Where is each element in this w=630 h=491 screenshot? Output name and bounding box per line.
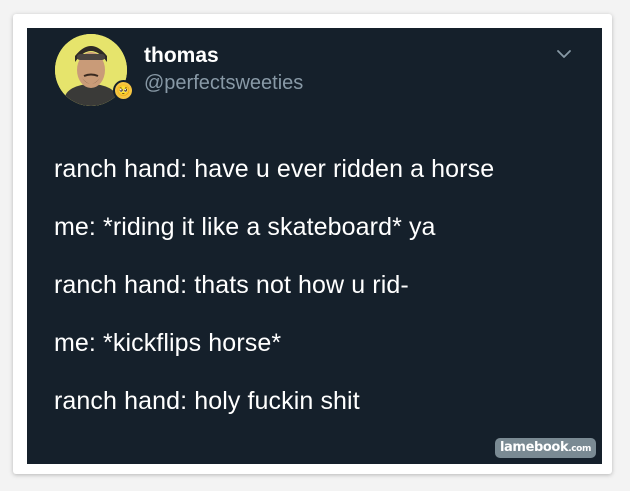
tweet-line: me: *kickflips horse* (54, 329, 282, 357)
tweet-text: ranch hand: have u ever ridden a horse m… (54, 146, 584, 436)
tweet-line: me: *riding it like a skateboard* ya (54, 213, 436, 241)
watermark-brand: lamebook (500, 440, 569, 455)
tweet-line: ranch hand: thats not how u rid- (54, 271, 409, 299)
user-handle[interactable]: @perfectsweeties (144, 72, 303, 95)
lamebook-watermark: lamebook.com (495, 438, 596, 458)
emoji-badge: 🥺 (113, 80, 134, 101)
chevron-down-icon[interactable] (554, 44, 574, 64)
tweet-line: ranch hand: have u ever ridden a horse (54, 155, 495, 183)
watermark-domain: .com (568, 444, 591, 454)
display-name[interactable]: thomas (144, 44, 219, 68)
tweet-line: ranch hand: holy fuckin shit (54, 387, 360, 415)
tweet-card: 🥺 thomas @perfectsweeties ranch hand: ha… (27, 28, 602, 464)
